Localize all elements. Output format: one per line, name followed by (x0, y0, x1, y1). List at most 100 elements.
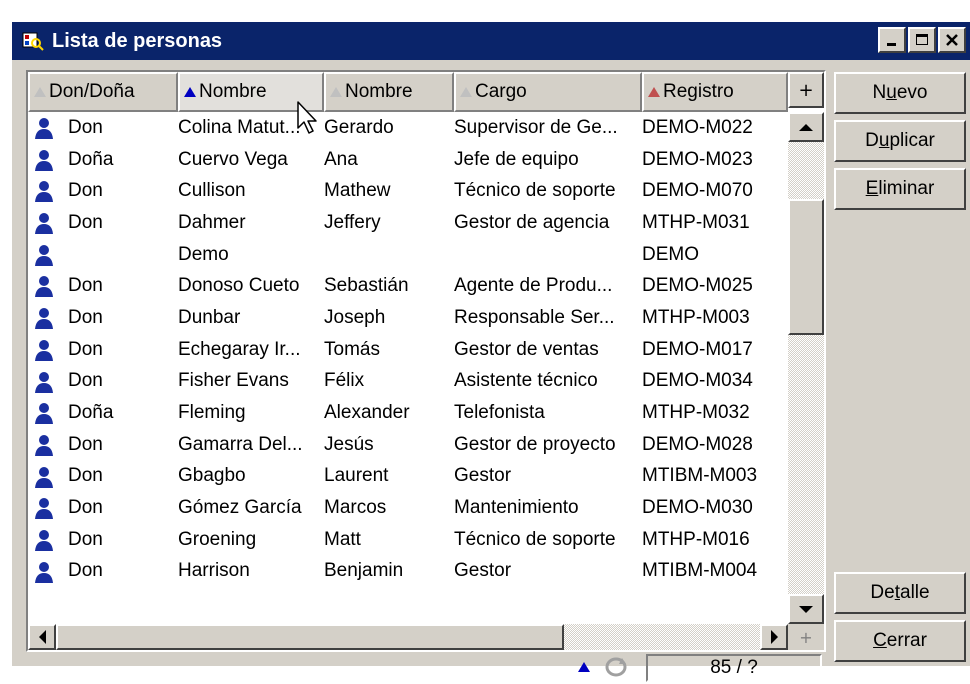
position-cell: Gestor de ventas (454, 338, 599, 360)
title-bar[interactable]: Lista de personas (12, 22, 970, 60)
first-name-cell: Marcos (324, 497, 387, 519)
button-label-part: liminar (878, 178, 935, 199)
button-label-part: plicar (889, 130, 935, 151)
registration-cell: MTHP-M031 (642, 211, 750, 233)
position-cell: Jefe de equipo (454, 148, 579, 170)
table-row[interactable]: Don Colina Matut... Gerardo Supervisor de G… (28, 112, 788, 144)
surname-cell: Gómez García (178, 497, 302, 519)
table-row[interactable]: Demo DEMO (28, 239, 788, 271)
first-name-cell: Mathew (324, 180, 391, 202)
position-cell: Técnico de soporte (454, 180, 616, 202)
column-header-registration[interactable]: Registro (642, 72, 788, 112)
column-header-position[interactable]: Cargo (454, 72, 642, 112)
detail-button[interactable]: De t alle (834, 572, 966, 614)
button-label-part: D (865, 130, 879, 151)
first-name-cell: Joseph (324, 306, 386, 328)
registration-cell: DEMO (642, 243, 699, 265)
scroll-right-button[interactable] (760, 624, 788, 650)
position-cell: Telefonista (454, 402, 545, 424)
scroll-up-button[interactable] (788, 112, 824, 142)
table-row[interactable]: Don Fisher Evans Félix Asistente técnico DEM… (28, 366, 788, 398)
title-cell: Don (68, 465, 103, 487)
scroll-thumb[interactable] (788, 199, 824, 335)
person-icon (32, 148, 56, 172)
people-list[interactable]: Don/Doña Nombre Nombre Cargo Registro + … (26, 70, 826, 652)
surname-cell: Echegaray Ir... (178, 338, 301, 360)
surname-cell: Gamarra Del... (178, 433, 303, 455)
sort-secondary-icon (648, 87, 660, 97)
table-row[interactable]: Don Dahmer Jeffery Gestor de agencia MTHP-M0… (28, 207, 788, 239)
arrow-left-icon (38, 630, 46, 644)
table-row[interactable]: Don Gómez García Marcos Mantenimiento DEMO-M… (28, 492, 788, 524)
table-row[interactable]: Don Harrison Benjamin Gestor MTIBM-M004 (28, 556, 788, 588)
button-mnemonic: u (878, 130, 890, 151)
sort-indicator-icon (34, 87, 46, 97)
first-name-cell: Laurent (324, 465, 389, 487)
title-cell: Doña (68, 148, 114, 170)
table-row[interactable]: Don Cullison Mathew Técnico de soporte DEMO-… (28, 175, 788, 207)
button-label-part: N (872, 82, 887, 103)
registration-cell: MTHP-M016 (642, 528, 750, 550)
table-row[interactable]: Don Echegaray Ir... Tomás Gestor de ventas D… (28, 334, 788, 366)
button-label-part: errar (886, 630, 927, 651)
duplicate-button[interactable]: Du plicar (834, 120, 966, 162)
refresh-icon[interactable] (604, 656, 628, 682)
close-button[interactable] (938, 27, 966, 53)
table-row[interactable]: Don Gbagbo Laurent Gestor MTIBM-M003 (28, 461, 788, 493)
maximize-icon (916, 34, 928, 45)
registration-cell: MTIBM-M004 (642, 560, 758, 582)
registration-cell: DEMO-M017 (642, 338, 753, 360)
title-cell: Don (68, 116, 103, 138)
people-search-icon (20, 28, 46, 54)
table-row[interactable]: Don Dunbar Joseph Responsable Ser... MTHP-M0… (28, 302, 788, 334)
surname-cell: Dahmer (178, 211, 246, 233)
title-cell: Don (68, 211, 103, 233)
person-icon (32, 401, 56, 425)
title-cell: Don (68, 338, 103, 360)
registration-cell: DEMO-M034 (642, 370, 753, 392)
table-row[interactable]: Doña Fleming Alexander Telefonista MTHP-M032 (28, 397, 788, 429)
surname-cell: Donoso Cueto (178, 275, 300, 297)
person-icon (32, 560, 56, 584)
table-row[interactable]: Don Gamarra Del... Jesús Gestor de proyecto… (28, 429, 788, 461)
title-cell: Don (68, 180, 103, 202)
delete-button[interactable]: Eliminar (834, 168, 966, 210)
horizontal-scrollbar[interactable] (28, 624, 788, 650)
scroll-left-button[interactable] (28, 624, 56, 650)
title-cell: Doña (68, 402, 114, 424)
vertical-scrollbar[interactable] (788, 112, 824, 624)
button-mnemonic: E (865, 178, 879, 199)
person-icon (32, 243, 56, 267)
horizontal-scroll-thumb[interactable] (56, 624, 564, 650)
status-bar: 85 / ? (26, 654, 826, 684)
first-name-cell: Tomás (324, 338, 380, 360)
scroll-down-button[interactable] (788, 594, 824, 624)
record-count: 85 / ? (646, 654, 822, 682)
person-icon (32, 433, 56, 457)
surname-cell: Gbagbo (178, 465, 246, 487)
table-row[interactable]: Doña Cuervo Vega Ana Jefe de equipo DEMO-M02… (28, 144, 788, 176)
add-column-button[interactable]: + (788, 72, 824, 108)
table-row[interactable]: Don Donoso Cueto Sebastián Agente de Produ.… (28, 270, 788, 302)
column-header-title[interactable]: Don/Doña (28, 72, 178, 112)
position-cell: Gestor (454, 465, 512, 487)
arrow-down-icon (799, 605, 813, 613)
person-icon (32, 496, 56, 520)
surname-cell: Demo (178, 243, 229, 265)
column-header-first-name[interactable]: Nombre (324, 72, 454, 112)
button-label-part: evo (896, 82, 928, 103)
person-icon (32, 211, 56, 235)
close-dialog-button[interactable]: Cerrar (834, 620, 966, 662)
title-cell: Don (68, 497, 103, 519)
surname-cell: Fisher Evans (178, 370, 289, 392)
registration-cell: DEMO-M070 (642, 180, 753, 202)
maximize-button[interactable] (908, 27, 936, 53)
button-mnemonic: C (873, 630, 887, 651)
plus-icon: + (798, 79, 814, 101)
first-name-cell: Jeffery (324, 211, 381, 233)
registration-cell: DEMO-M023 (642, 148, 753, 170)
minimize-button[interactable] (878, 27, 906, 53)
surname-cell: Groening (178, 528, 257, 550)
new-button[interactable]: Nu evo (834, 72, 966, 114)
table-row[interactable]: Don Groening Matt Técnico de soporte MTHP-M0… (28, 524, 788, 556)
